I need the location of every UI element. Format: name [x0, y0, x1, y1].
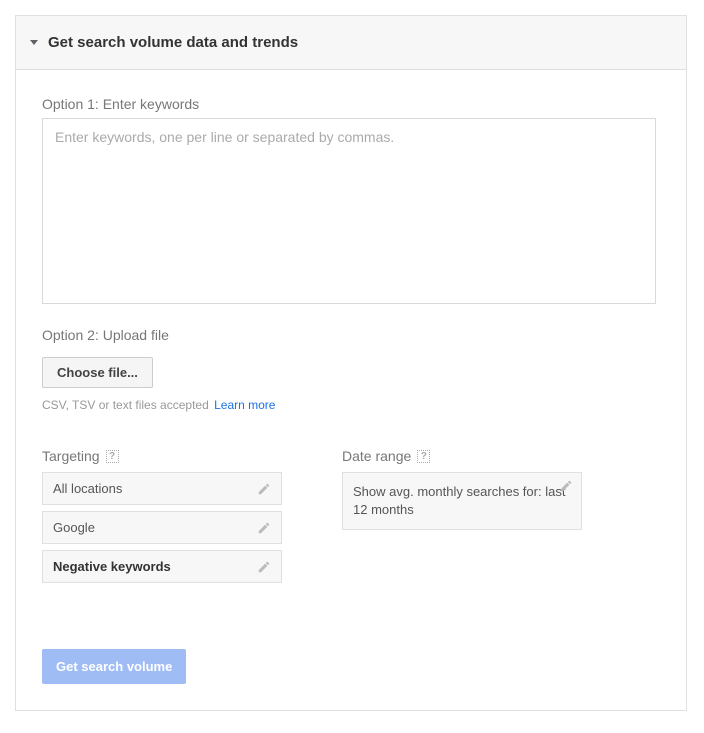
date-range-heading: Date range ? — [342, 448, 582, 464]
date-range-selector[interactable]: Show avg. monthly searches for: last 12 … — [342, 472, 582, 530]
panel-header[interactable]: Get search volume data and trends — [16, 16, 686, 70]
negative-keywords-value: Negative keywords — [53, 559, 171, 574]
date-range-label: Date range — [342, 448, 411, 464]
network-selector[interactable]: Google — [42, 511, 282, 544]
learn-more-link[interactable]: Learn more — [214, 398, 275, 412]
settings-columns: Targeting ? All locations Google Negativ… — [42, 448, 660, 589]
option2-label: Option 2: Upload file — [42, 327, 660, 343]
locations-value: All locations — [53, 481, 122, 496]
keyword-planner-panel: Get search volume data and trends Option… — [15, 15, 687, 711]
help-icon[interactable]: ? — [106, 450, 119, 463]
panel-title: Get search volume data and trends — [48, 34, 298, 51]
targeting-column: Targeting ? All locations Google Negativ… — [42, 448, 282, 589]
pencil-icon — [257, 482, 271, 496]
option1-label: Option 1: Enter keywords — [42, 96, 660, 112]
option2-section: Option 2: Upload file Choose file... CSV… — [42, 327, 660, 412]
pencil-icon — [559, 479, 573, 493]
panel-body: Option 1: Enter keywords Option 2: Uploa… — [16, 70, 686, 710]
keywords-input[interactable] — [42, 118, 656, 304]
choose-file-button[interactable]: Choose file... — [42, 357, 153, 388]
file-hint: CSV, TSV or text files accepted Learn mo… — [42, 398, 660, 412]
caret-down-icon — [30, 40, 38, 45]
get-search-volume-button[interactable]: Get search volume — [42, 649, 186, 684]
targeting-label: Targeting — [42, 448, 100, 464]
help-icon[interactable]: ? — [417, 450, 430, 463]
network-value: Google — [53, 520, 95, 535]
negative-keywords-selector[interactable]: Negative keywords — [42, 550, 282, 583]
locations-selector[interactable]: All locations — [42, 472, 282, 505]
targeting-heading: Targeting ? — [42, 448, 282, 464]
pencil-icon — [257, 560, 271, 574]
date-range-value: Show avg. monthly searches for: last 12 … — [353, 484, 565, 517]
date-range-column: Date range ? Show avg. monthly searches … — [342, 448, 582, 589]
pencil-icon — [257, 521, 271, 535]
file-hint-text: CSV, TSV or text files accepted — [42, 398, 209, 412]
